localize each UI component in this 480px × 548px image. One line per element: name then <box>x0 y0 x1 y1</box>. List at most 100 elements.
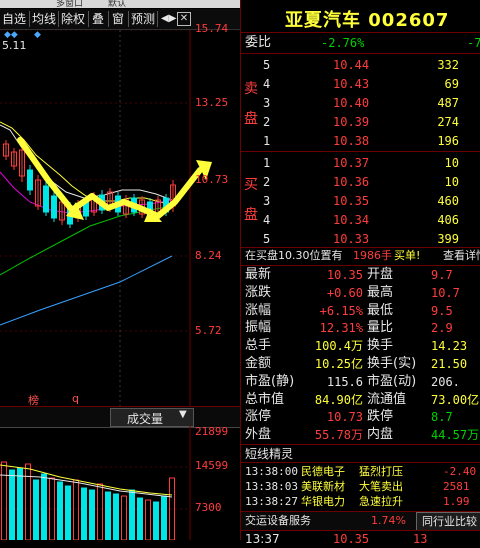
buy-book: 买盘 1 10.37 10 2 10.36 10 3 10.35 460 4 10.34 406 5 10… <box>241 152 480 246</box>
tab-ex-rights[interactable]: 除权 <box>61 11 85 27</box>
buy-level-row[interactable]: 5 10.33 399 <box>241 230 480 248</box>
spirit-stock: 民德电子 <box>301 465 345 478</box>
level-volume: 487 <box>437 96 459 110</box>
spirit-value: -2.40 <box>443 465 477 478</box>
volume-bar <box>97 483 103 540</box>
spirit-value: 1.99 <box>443 495 470 508</box>
volume-bar <box>105 491 111 540</box>
quote-value: 21.50 <box>431 357 468 371</box>
sell-level-row[interactable]: 5 10.44 332 <box>241 56 480 74</box>
level-number: 3 <box>263 194 271 208</box>
candle-body <box>43 185 49 213</box>
level-price: 10.39 <box>333 115 370 129</box>
sell-level-row[interactable]: 1 10.38 196 <box>241 132 480 150</box>
quote-value: 9.7 <box>431 268 453 282</box>
quote-row: 金额 10.25亿 换手(实) 21.50 <box>241 355 480 373</box>
volume-bar <box>129 489 135 540</box>
level-volume: 399 <box>437 232 459 246</box>
level-number: 2 <box>263 115 271 129</box>
subtab-multiwindow[interactable]: 多窗口 <box>56 0 83 8</box>
quote-label: 外盘 <box>245 427 272 443</box>
quote-label: 涨幅 <box>245 302 272 318</box>
notice-text: 在买盘10.30位置有 <box>245 249 343 262</box>
close-icon[interactable]: ✕ <box>177 12 191 26</box>
level-number: 1 <box>263 156 271 170</box>
quote-value: 100.4万 <box>314 339 363 354</box>
quote-value: +6.15% <box>319 303 363 318</box>
tab-scroll-arrows[interactable]: ◀▶ <box>161 11 176 27</box>
tab-overlay[interactable]: 叠 <box>92 11 104 27</box>
level-number: 5 <box>263 58 271 72</box>
kline-chart[interactable]: ◆◆ ◆ 5.11 15.74 13.25 10.73 8.24 5.72 榜 … <box>0 22 240 410</box>
volume-bar <box>89 489 95 540</box>
quote-row: 涨幅 +6.15% 最低 9.5 <box>241 302 480 320</box>
quote-grid: 最新 10.35 开盘 9.7 涨跌 +0.60 最高 10.7 涨幅 +6.15% 最低 9.5 振幅… <box>241 266 480 444</box>
quote-value: 44.57万 <box>431 428 480 443</box>
buy-level-row[interactable]: 3 10.35 460 <box>241 192 480 210</box>
price-tick: 5.72 <box>195 324 222 337</box>
spirit-item[interactable]: 13:38:27 华银电力 急速拉升 1.99 <box>241 494 480 509</box>
compare-industry-button[interactable]: 同行业比较 <box>416 512 480 531</box>
volume-bar <box>161 495 167 540</box>
quote-label: 内盘 <box>367 427 394 443</box>
quote-value: 206. <box>431 374 460 389</box>
volume-bar <box>121 495 127 540</box>
sector-row: 交运设备服务 1.74% 同行业比较 <box>241 512 480 531</box>
q-badge[interactable]: q <box>72 392 79 405</box>
quote-value: 55.78万 <box>314 428 363 443</box>
sell-level-row[interactable]: 2 10.39 274 <box>241 113 480 131</box>
tab-moving-average[interactable]: 均线 <box>32 11 56 27</box>
quote-panel: 亚夏汽车 002607 委比 -2.76% -7 卖盘 5 10.44 332 4 10… <box>240 0 480 546</box>
sector-name[interactable]: 交运设备服务 <box>245 512 311 530</box>
chevron-down-icon: ▼ <box>179 409 187 420</box>
quote-value: 73.00亿 <box>431 392 480 407</box>
level-volume: 10 <box>444 156 459 170</box>
buy-level-row[interactable]: 2 10.36 10 <box>241 173 480 191</box>
sell-level-row[interactable]: 3 10.40 487 <box>241 94 480 112</box>
level-number: 1 <box>263 134 271 148</box>
level-price: 10.43 <box>333 77 370 91</box>
volume-bar <box>17 467 23 540</box>
quote-label: 最新 <box>245 267 272 282</box>
sell-book: 卖盘 5 10.44 332 4 10.43 69 3 10.40 487 2 10.39 274 1 1… <box>241 54 480 150</box>
spirit-item[interactable]: 13:38:03 美联新材 大笔卖出 2581 <box>241 479 480 494</box>
level-number: 5 <box>263 232 271 246</box>
quote-row: 外盘 55.78万 内盘 44.57万 <box>241 426 480 444</box>
weibi-value: -2.76% <box>321 36 365 50</box>
sell-level-row[interactable]: 4 10.43 69 <box>241 75 480 93</box>
quote-value: 8.7 <box>431 410 453 425</box>
tab-watchlist[interactable]: 自选 <box>2 11 26 27</box>
price-tick: 15.74 <box>195 22 229 35</box>
level-volume: 274 <box>437 115 459 129</box>
notice-link[interactable]: 查看详情 <box>443 247 480 265</box>
volume-tick: 14599 <box>195 459 229 472</box>
spirit-item[interactable]: 13:38:00 民德电子 猛烈打压 -2.40 <box>241 464 480 479</box>
level-price: 10.37 <box>333 156 370 170</box>
quote-value: 14.23 <box>431 339 468 354</box>
candle-body <box>51 195 57 219</box>
level-number: 3 <box>263 96 271 110</box>
spirit-value: 2581 <box>443 480 470 493</box>
subtab-default[interactable]: 默认 <box>108 0 126 8</box>
spirit-title: 短线精灵 <box>245 447 294 461</box>
quote-label: 涨跌 <box>245 284 272 300</box>
notice-volume: 1986手 <box>353 249 392 262</box>
big-order-notice[interactable]: 在买盘10.30位置有 1986手 买单! 查看详情 <box>241 247 480 265</box>
spirit-time: 13:38:03 <box>245 480 298 493</box>
spirit-list: 13:38:00 民德电子 猛烈打压 -2.40 13:38:03 美联新材 大笔卖出 258… <box>241 463 480 511</box>
volume-chart[interactable]: 14599 7300 <box>0 425 240 540</box>
buy-level-row[interactable]: 4 10.34 406 <box>241 211 480 229</box>
buy-level-row[interactable]: 1 10.37 10 <box>241 154 480 172</box>
quote-value: 12.31% <box>319 321 363 336</box>
level-price: 10.44 <box>333 58 370 72</box>
quote-value: 10.7 <box>431 285 460 300</box>
tick-volume: 13 <box>413 532 428 546</box>
quote-row: 振幅 12.31% 量比 2.9 <box>241 319 480 337</box>
level-volume: 69 <box>444 77 459 91</box>
tab-forecast[interactable]: 预测 <box>131 11 155 27</box>
tab-window[interactable]: 窗 <box>112 11 124 27</box>
quote-label: 总市值 <box>245 391 285 407</box>
spirit-time: 13:38:27 <box>245 495 298 508</box>
quote-label: 金额 <box>245 356 272 371</box>
weibi-label: 委比 <box>245 35 272 50</box>
